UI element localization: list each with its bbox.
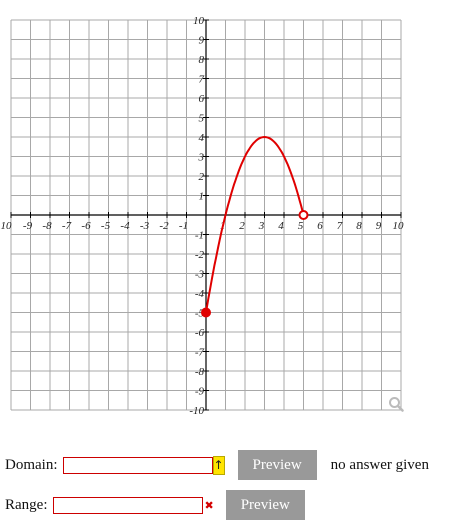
x-tick-label: 6 (317, 220, 323, 232)
x-tick-label: -9 (23, 220, 33, 232)
y-tick-label: 3 (198, 152, 205, 164)
x-tick-label: -4 (120, 220, 130, 232)
x-tick-label: -6 (81, 220, 91, 232)
y-tick-label: -8 (195, 366, 205, 378)
y-tick-label: 9 (199, 35, 205, 47)
y-tick-label: 7 (199, 74, 205, 86)
y-tick-label: -1 (195, 230, 204, 242)
y-tick-label: -10 (189, 405, 204, 417)
closed-endpoint (201, 307, 211, 318)
x-tick-label: 5 (298, 220, 304, 232)
y-tick-label: -3 (195, 269, 205, 281)
x-tick-label: 4 (278, 220, 284, 232)
y-tick-label: 5 (199, 113, 205, 125)
y-tick-label: -9 (195, 386, 205, 398)
domain-input[interactable] (62, 456, 213, 474)
domain-label: Domain: (5, 456, 58, 473)
x-tick-label: 7 (337, 220, 343, 232)
x-tick-label: 10 (1, 220, 13, 232)
range-preview-button[interactable]: Preview (225, 490, 305, 520)
x-tick-label: -1 (179, 220, 188, 232)
x-tick-label: -7 (62, 220, 72, 232)
x-tick-label: 8 (356, 220, 362, 232)
error-icon: ✖ (204, 498, 214, 512)
y-tick-label: -6 (195, 327, 205, 339)
x-tick-label: -5 (101, 220, 111, 232)
x-tick-label: 10 (393, 220, 405, 232)
open-endpoint (298, 210, 309, 220)
y-tick-label: 1 (199, 191, 205, 203)
y-tick-label: -2 (195, 249, 205, 261)
range-label: Range: (5, 496, 48, 513)
domain-row: Domain: ↑ Preview no answer given (5, 450, 429, 480)
y-tick-label: 6 (199, 93, 205, 105)
y-tick-label: -7 (195, 347, 205, 359)
x-tick-label: -3 (140, 220, 150, 232)
y-tick-label: 10 (193, 15, 205, 27)
y-tick-label: 4 (199, 132, 205, 144)
magnifier-icon[interactable] (388, 396, 404, 412)
x-tick-label: 9 (376, 220, 382, 232)
range-row: Range: ✖ Preview (5, 490, 305, 520)
domain-preview-button[interactable]: Preview (237, 450, 317, 480)
domain-status: no answer given (330, 456, 429, 473)
x-tick-label: -8 (42, 220, 52, 232)
x-tick-label: 3 (258, 220, 265, 232)
function-graph: 10 -9 -8 -7 -6 -5 -4 -3 -2 -1 1 2 3 4 5 6 7 8 9 10 10 9 8 7 6 5 4 3… (1, 15, 405, 417)
warning-icon: ↑ (212, 455, 225, 475)
x-tick-label: -2 (159, 220, 169, 232)
range-input[interactable] (52, 496, 203, 514)
y-tick-label: -4 (195, 288, 205, 300)
x-tick-label: 2 (239, 220, 245, 232)
y-tick-label: 8 (199, 54, 205, 66)
graph-area: 10 -9 -8 -7 -6 -5 -4 -3 -2 -1 1 2 3 4 5 6 7 8 9 10 10 9 8 7 6 5 4 3… (0, 0, 410, 420)
y-tick-label: 2 (199, 171, 205, 183)
